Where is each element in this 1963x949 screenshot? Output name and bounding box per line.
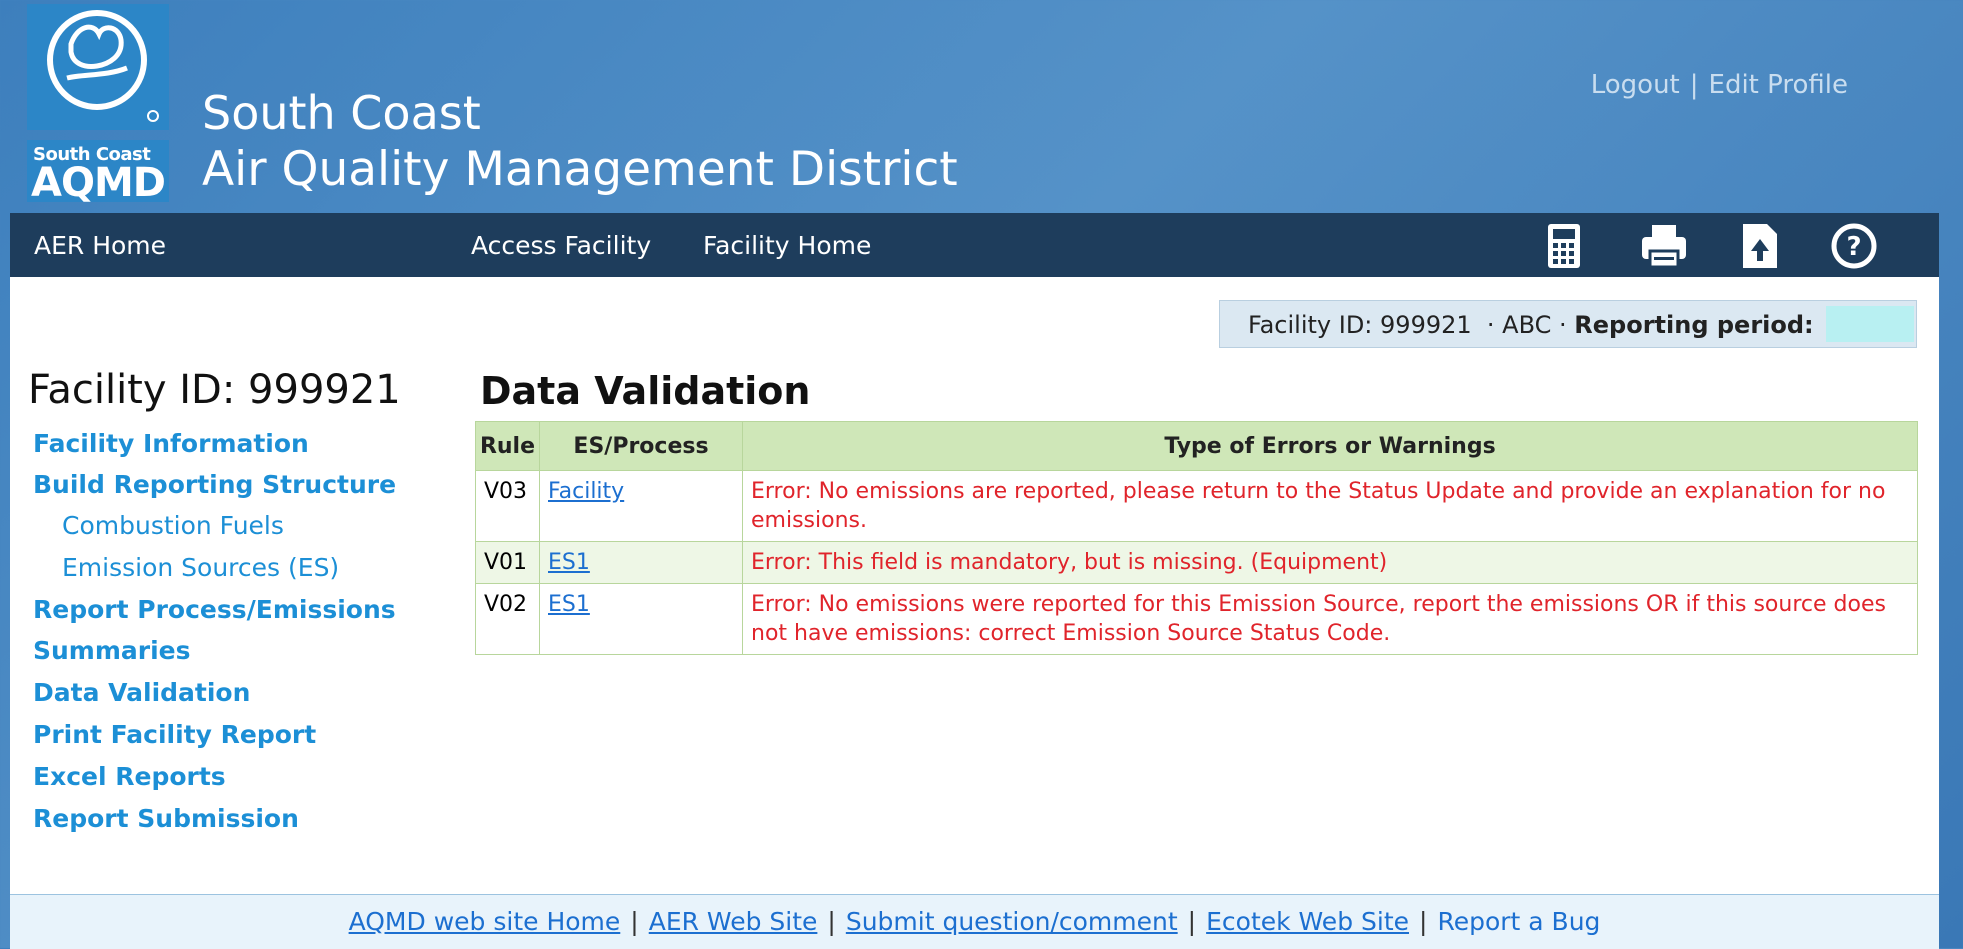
account-links: Logout | Edit Profile: [1591, 70, 1848, 100]
footer-links: AQMD web site Home | AER Web Site | Submit q…: [10, 907, 1939, 936]
sidebar-item-combustion-fuels[interactable]: Combustion Fuels: [62, 511, 284, 540]
printer-icon[interactable]: [1638, 221, 1690, 271]
page-title: Data Validation: [480, 369, 811, 413]
page-frame: South Coast AQMD South Coast Air Quality…: [10, 0, 1939, 949]
footer-link-aer-web-site[interactable]: AER Web Site: [649, 907, 818, 936]
logout-link[interactable]: Logout: [1591, 70, 1680, 100]
svg-text:?: ?: [1846, 232, 1861, 262]
rule-cell: V01: [475, 541, 540, 584]
reporting-period-label: Reporting period:: [1574, 311, 1814, 339]
facility-name: · ABC ·: [1486, 311, 1567, 339]
logo-text: South Coast AQMD: [27, 140, 169, 206]
sidebar-item-excel-reports[interactable]: Excel Reports: [33, 762, 226, 791]
nav-aer-home[interactable]: AER Home: [34, 231, 166, 260]
sidebar-item-data-validation[interactable]: Data Validation: [33, 678, 250, 707]
sidebar-item-emission-sources[interactable]: Emission Sources (ES): [62, 553, 339, 582]
col-header-process: ES/Process: [539, 421, 743, 471]
process-cell: ES1: [539, 583, 743, 655]
error-message: Error: This field is mandatory, but is m…: [742, 541, 1918, 584]
main-nav-bar: AER Home Access Facility Facility Home ?: [10, 213, 1939, 277]
rule-cell: V03: [475, 470, 540, 542]
table-row: V03 Facility Error: No emissions are rep…: [475, 470, 1918, 542]
aqmd-logo[interactable]: South Coast AQMD: [27, 4, 169, 206]
help-icon[interactable]: ?: [1828, 221, 1880, 271]
process-link[interactable]: ES1: [548, 592, 590, 617]
error-message: Error: No emissions are reported, please…: [742, 470, 1918, 542]
facility-info-text: Facility ID: 999921 · ABC · Reporting pe…: [1248, 311, 1814, 339]
sidebar-item-report-process-emissions[interactable]: Report Process/Emissions: [33, 595, 396, 624]
validation-table: Rule ES/Process Type of Errors or Warnin…: [475, 421, 1918, 655]
upload-icon[interactable]: [1733, 221, 1785, 271]
table-row: V01 ES1 Error: This field is mandatory, …: [475, 541, 1918, 584]
table-row: V02 ES1 Error: No emissions were reporte…: [475, 583, 1918, 655]
process-link[interactable]: ES1: [548, 550, 590, 575]
col-header-errors: Type of Errors or Warnings: [742, 421, 1918, 471]
logo-big-text: AQMD: [31, 160, 166, 206]
nav-facility-home[interactable]: Facility Home: [703, 231, 871, 260]
error-message: Error: No emissions were reported for th…: [742, 583, 1918, 655]
footer-separator: |: [630, 907, 639, 936]
calculator-icon[interactable]: [1538, 221, 1590, 271]
sidebar-facility-title: Facility ID: 999921: [28, 367, 401, 413]
sidebar-item-print-facility-report[interactable]: Print Facility Report: [33, 720, 316, 749]
footer-separator: |: [1419, 907, 1428, 936]
footer-link-submit-question[interactable]: Submit question/comment: [846, 907, 1178, 936]
nav-access-facility[interactable]: Access Facility: [471, 231, 651, 260]
sidebar-item-build-reporting-structure[interactable]: Build Reporting Structure: [33, 470, 396, 499]
col-header-rule: Rule: [475, 421, 540, 471]
account-links-separator: |: [1689, 70, 1699, 100]
bird-emblem-icon: [47, 10, 159, 122]
facility-info-bar: Facility ID: 999921 · ABC · Reporting pe…: [1219, 300, 1917, 348]
table-header-row: Rule ES/Process Type of Errors or Warnin…: [475, 421, 1918, 471]
footer-link-aqmd-home[interactable]: AQMD web site Home: [349, 907, 621, 936]
footer-separator: |: [1187, 907, 1197, 936]
reporting-period-value: [1826, 306, 1914, 342]
sidebar-item-report-submission[interactable]: Report Submission: [33, 804, 299, 833]
footer-link-ecotek-web-site[interactable]: Ecotek Web Site: [1206, 907, 1409, 936]
site-footer: AQMD web site Home | AER Web Site | Submit q…: [10, 894, 1939, 949]
process-cell: Facility: [539, 470, 743, 542]
site-header: South Coast AQMD South Coast Air Quality…: [10, 0, 1939, 210]
process-link[interactable]: Facility: [548, 479, 624, 504]
edit-profile-link[interactable]: Edit Profile: [1709, 70, 1848, 100]
process-cell: ES1: [539, 541, 743, 584]
facility-id-value: Facility ID: 999921: [1248, 311, 1472, 339]
site-title-line1: South Coast: [202, 86, 481, 140]
sidebar-item-facility-information[interactable]: Facility Information: [33, 429, 309, 458]
logo-emblem: [27, 4, 169, 130]
footer-separator: |: [827, 907, 836, 936]
site-title-line2: Air Quality Management District: [202, 142, 958, 197]
sidebar-item-summaries[interactable]: Summaries: [33, 636, 191, 665]
rule-cell: V02: [475, 583, 540, 655]
main-content: Facility ID: 999921 · ABC · Reporting pe…: [10, 277, 1939, 894]
footer-link-report-bug[interactable]: Report a Bug: [1437, 907, 1600, 936]
